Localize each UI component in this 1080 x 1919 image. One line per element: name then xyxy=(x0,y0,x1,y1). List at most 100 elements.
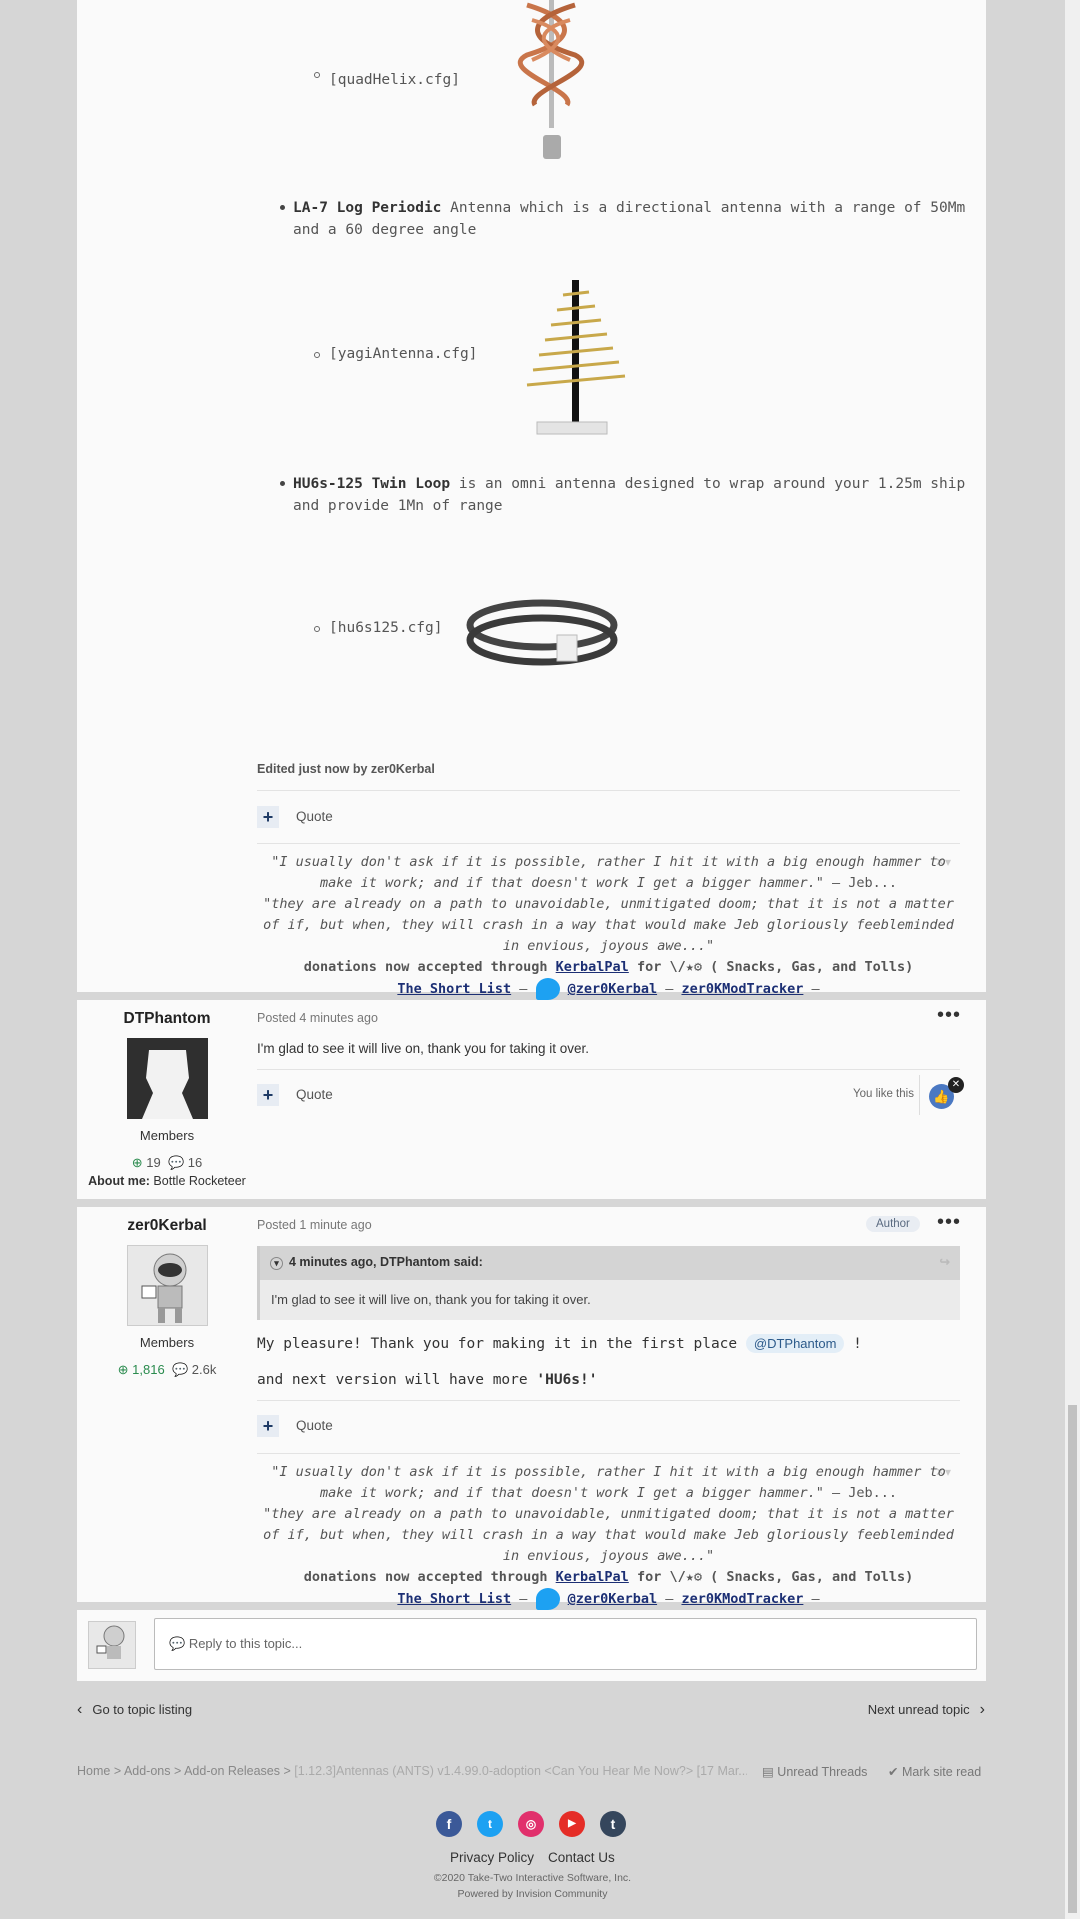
kerbalpal-link[interactable]: KerbalPal xyxy=(556,959,629,975)
antenna-description: LA-7 Log Periodic Antenna which is a dir… xyxy=(293,197,983,241)
prev-topic-link[interactable]: ‹ Go to topic listing xyxy=(77,1701,192,1719)
breadcrumb-home[interactable]: Home xyxy=(77,1764,110,1778)
posts-comment-icon: 💬 xyxy=(171,1362,189,1377)
user-mention[interactable]: @DTPhantom xyxy=(745,1334,845,1353)
privacy-policy-link[interactable]: Privacy Policy xyxy=(450,1850,534,1865)
list-bullet xyxy=(314,72,320,78)
twitter-icon[interactable]: t xyxy=(477,1811,503,1837)
reputation-icon: ⊕ xyxy=(117,1362,129,1377)
edited-note: Edited just now by zer0Kerbal xyxy=(257,762,435,776)
unread-threads-link[interactable]: ▤ Unread Threads xyxy=(762,1764,867,1779)
mod-tracker-link[interactable]: zer0KModTracker xyxy=(681,981,803,997)
signature-donations: donations now accepted through KerbalPal… xyxy=(303,1569,914,1585)
speech-bubble-icon: 💬 xyxy=(169,1636,186,1651)
scrollbar-thumb[interactable] xyxy=(1068,1405,1077,1913)
avatar[interactable] xyxy=(127,1245,208,1326)
next-unread-topic-link[interactable]: Next unread topic › xyxy=(868,1701,985,1719)
copyright: ©2020 Take-Two Interactive Software, Inc… xyxy=(433,1872,632,1884)
snacks-gas-tolls-icons: \/★⚙ xyxy=(669,959,702,975)
member-stats: ⊕ 1,816 💬 2.6k xyxy=(117,1362,217,1377)
reputation-icon: ⊕ xyxy=(131,1155,143,1170)
chevron-right-icon: › xyxy=(979,1701,985,1718)
post-panel-1: [quadHelix.cfg] LA-7 Log Periodic Antenn… xyxy=(77,0,986,1000)
antenna-name: LA-7 Log Periodic xyxy=(293,200,442,216)
breadcrumb-current-topic: [1.12.3]Antennas (ANTS) v1.4.99.0-adopti… xyxy=(294,1764,747,1778)
contact-us-link[interactable]: Contact Us xyxy=(548,1850,615,1865)
post-timestamp[interactable]: Posted 1 minute ago xyxy=(257,1218,372,1232)
quote-button[interactable]: Quote xyxy=(296,1418,333,1433)
instagram-icon[interactable]: ◎ xyxy=(518,1811,544,1837)
list-bullet xyxy=(280,205,285,210)
author-badge: Author xyxy=(866,1216,920,1232)
post-options-icon[interactable]: ••• xyxy=(937,1212,961,1232)
youtube-icon[interactable]: ▶ xyxy=(559,1811,585,1837)
default-avatar-silhouette xyxy=(142,1050,193,1119)
quote-header: ▾ 4 minutes ago, DTPhantom said: ↪ xyxy=(260,1246,960,1280)
chevron-left-icon: ‹ xyxy=(77,1701,83,1718)
multiquote-button[interactable]: + xyxy=(257,1084,279,1106)
powered-by-link[interactable]: Powered by Invision Community xyxy=(0,1888,1065,1900)
twin-loop-antenna-image xyxy=(466,599,618,666)
you-like-this-label: You like this xyxy=(853,1088,914,1100)
signature-donations: donations now accepted through KerbalPal… xyxy=(303,959,914,975)
quote-button[interactable]: Quote xyxy=(296,1087,333,1102)
go-to-quoted-post-icon[interactable]: ↪ xyxy=(940,1254,950,1269)
reply-input[interactable]: 💬 Reply to this topic... xyxy=(154,1618,977,1670)
quad-helix-antenna-image xyxy=(517,0,585,159)
quote-button[interactable]: Quote xyxy=(296,809,333,824)
remove-reaction-icon[interactable]: ✕ xyxy=(948,1077,964,1093)
checkmark-icon: ✔ xyxy=(888,1765,899,1779)
mark-site-read-link[interactable]: ✔ Mark site read xyxy=(888,1764,981,1779)
post-timestamp[interactable]: Posted 4 minutes ago xyxy=(257,1011,378,1025)
post-body: My pleasure! Thank you for making it in … xyxy=(257,1334,862,1353)
post-author-name[interactable]: zer0Kerbal xyxy=(77,1217,257,1235)
twitter-bird-icon xyxy=(535,978,560,1000)
signature-links: The Short List — @zer0Kerbal — zer0KModT… xyxy=(257,978,960,1000)
scrollbar[interactable] xyxy=(1065,0,1080,1919)
short-list-link[interactable]: The Short List xyxy=(397,1591,511,1607)
list-bullet xyxy=(314,352,320,358)
twitter-bird-icon xyxy=(535,1588,560,1610)
tumblr-icon[interactable]: t xyxy=(600,1811,626,1837)
robot-avatar-image xyxy=(96,1625,125,1659)
snacks-gas-tolls-icons: \/★⚙ xyxy=(669,1569,702,1585)
cfg-file-label: [yagiAntenna.cfg] xyxy=(329,346,478,362)
posts-comment-icon: 💬 xyxy=(167,1155,185,1170)
member-group: Members xyxy=(139,1128,195,1143)
member-group: Members xyxy=(139,1335,195,1350)
post-body: I'm glad to see it will live on, thank y… xyxy=(257,1041,589,1056)
collapse-quote-icon[interactable]: ▾ xyxy=(270,1257,283,1270)
robot-avatar-image xyxy=(141,1253,187,1323)
multiquote-button[interactable]: + xyxy=(257,1415,279,1437)
post-author-name[interactable]: DTPhantom xyxy=(77,1010,257,1028)
multiquote-button[interactable]: + xyxy=(257,806,279,828)
signature-quote-2: "they are already on a path to unavoidab… xyxy=(263,1506,954,1564)
short-list-link[interactable]: The Short List xyxy=(397,981,511,997)
post-body-line-2: and next version will have more 'HU6s!' xyxy=(257,1372,598,1388)
kerbalpal-link[interactable]: KerbalPal xyxy=(556,1569,629,1585)
list-bullet xyxy=(280,481,285,486)
yagi-antenna-image xyxy=(526,280,626,435)
about-me: About me: Bottle Rocketeer xyxy=(88,1174,246,1188)
quote-body: I'm glad to see it will live on, thank y… xyxy=(271,1292,591,1307)
twitter-handle-link[interactable]: @zer0Kerbal xyxy=(568,981,657,997)
member-stats: ⊕ 19 💬 16 xyxy=(131,1155,203,1170)
list-bullet xyxy=(314,626,320,632)
antenna-name: HU6s-125 Twin Loop xyxy=(293,476,451,492)
antenna-description: HU6s-125 Twin Loop is an omni antenna de… xyxy=(293,473,983,517)
breadcrumb-addons[interactable]: Add-ons xyxy=(124,1764,171,1778)
signature: "I usually don't ask if it is possible, … xyxy=(257,1462,960,1610)
quote-block: ▾ 4 minutes ago, DTPhantom said: ↪ I'm gl… xyxy=(257,1246,960,1320)
breadcrumb: Home > Add-ons > Add-on Releases > [1.12… xyxy=(77,1764,747,1778)
avatar[interactable] xyxy=(127,1038,208,1119)
cfg-file-label: [hu6s125.cfg] xyxy=(329,620,443,636)
mod-tracker-link[interactable]: zer0KModTracker xyxy=(681,1591,803,1607)
post-options-icon[interactable]: ••• xyxy=(937,1005,961,1025)
facebook-icon[interactable]: f xyxy=(436,1811,462,1837)
signature-quote-1: "I usually don't ask if it is possible, … xyxy=(271,1464,946,1501)
signature-links: The Short List — @zer0Kerbal — zer0KModT… xyxy=(257,1588,960,1610)
cfg-file-label: [quadHelix.cfg] xyxy=(329,72,460,88)
twitter-handle-link[interactable]: @zer0Kerbal xyxy=(568,1591,657,1607)
signature: "I usually don't ask if it is possible, … xyxy=(257,852,960,1000)
breadcrumb-addon-releases[interactable]: Add-on Releases xyxy=(184,1764,280,1778)
